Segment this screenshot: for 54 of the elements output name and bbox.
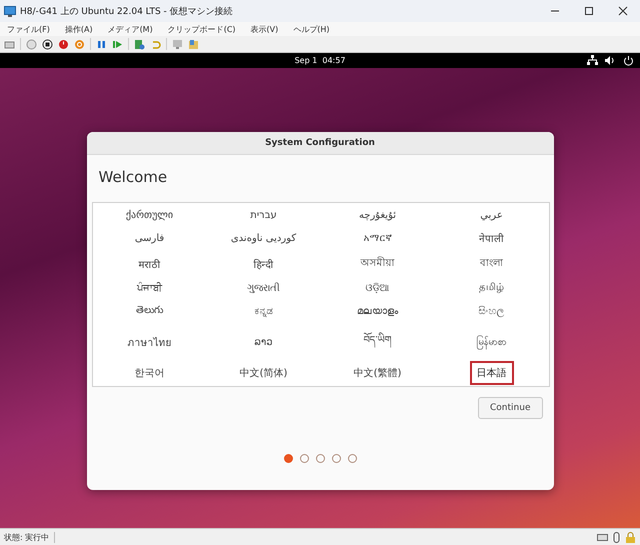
power-icon[interactable] bbox=[623, 55, 634, 66]
language-option[interactable]: తెలుగు bbox=[129, 299, 170, 323]
language-option[interactable]: नेपाली bbox=[472, 226, 511, 250]
language-option[interactable]: मराठी bbox=[132, 252, 168, 276]
mouse-icon bbox=[611, 532, 622, 542]
language-option[interactable]: 한국어 bbox=[128, 361, 172, 385]
keyboard-icon bbox=[597, 532, 608, 542]
language-option[interactable]: አማርኛ bbox=[356, 228, 398, 248]
continue-button[interactable]: Continue bbox=[478, 397, 542, 419]
menu-item[interactable]: メディア(M) bbox=[108, 24, 153, 34]
lock-icon bbox=[625, 532, 636, 542]
language-option[interactable]: བོད་ཡིག bbox=[356, 323, 398, 361]
language-option[interactable]: 中文(繁體) bbox=[346, 361, 408, 385]
language-option[interactable]: ગુજરાતી bbox=[240, 278, 287, 298]
language-option[interactable]: عربي bbox=[473, 205, 510, 226]
volume-icon[interactable] bbox=[605, 55, 616, 66]
language-option[interactable]: বাংলা bbox=[473, 250, 510, 277]
language-option[interactable]: සිංහල bbox=[472, 300, 512, 322]
language-option[interactable]: ภาษาไทย bbox=[120, 330, 178, 354]
language-option[interactable]: ଓଡ଼ିଆ bbox=[358, 278, 396, 298]
language-option[interactable]: 中文(简体) bbox=[232, 361, 294, 385]
stop-icon[interactable] bbox=[42, 38, 53, 50]
language-option[interactable]: ಕನ್ನಡ bbox=[248, 300, 280, 322]
language-option[interactable]: മലയാളം bbox=[350, 300, 405, 322]
reset-icon[interactable] bbox=[74, 38, 85, 50]
monitor-icon bbox=[4, 6, 16, 16]
dialog-title: System Configuration bbox=[86, 132, 554, 155]
language-option[interactable]: 日本語 bbox=[470, 361, 514, 385]
maximize-icon[interactable] bbox=[584, 6, 594, 16]
menu-item[interactable]: 表示(V) bbox=[250, 24, 278, 34]
language-option[interactable]: فارسی bbox=[128, 228, 172, 248]
language-option[interactable]: ਪੰਜਾਬੀ bbox=[130, 278, 169, 298]
clock[interactable]: Sep 1 04:57 bbox=[294, 56, 346, 65]
language-option[interactable]: မြန်မာစာ bbox=[470, 330, 514, 354]
menu-item[interactable]: ヘルプ(H) bbox=[293, 24, 330, 34]
menu-item[interactable]: ファイル(F) bbox=[7, 24, 50, 34]
language-option[interactable]: ئۇيغۇرچە bbox=[352, 205, 404, 226]
language-option[interactable]: தமிழ் bbox=[472, 277, 511, 299]
window-title: H8/-G41 上の Ubuntu 22.04 LTS - 仮想マシン接続 bbox=[20, 6, 234, 18]
welcome-heading: Welcome bbox=[98, 167, 168, 188]
menu-item[interactable]: クリップボード(C) bbox=[168, 24, 236, 34]
play-icon[interactable] bbox=[112, 38, 123, 50]
language-option[interactable]: অসমীয়া bbox=[354, 250, 402, 277]
start-icon[interactable] bbox=[26, 38, 37, 50]
status-text: 状態: 実行中 bbox=[4, 532, 56, 542]
language-option[interactable]: ქართული bbox=[118, 205, 180, 226]
language-option[interactable]: हिन्दी bbox=[246, 252, 280, 276]
pause-icon[interactable] bbox=[96, 38, 107, 50]
close-icon[interactable] bbox=[618, 6, 628, 16]
network-icon[interactable] bbox=[587, 55, 598, 66]
language-option[interactable]: کوردیی ناوەندی bbox=[224, 228, 304, 248]
menu-item[interactable]: 操作(A) bbox=[64, 24, 93, 34]
language-option[interactable]: עברית bbox=[243, 205, 284, 226]
language-option[interactable]: ລາວ bbox=[247, 332, 280, 352]
